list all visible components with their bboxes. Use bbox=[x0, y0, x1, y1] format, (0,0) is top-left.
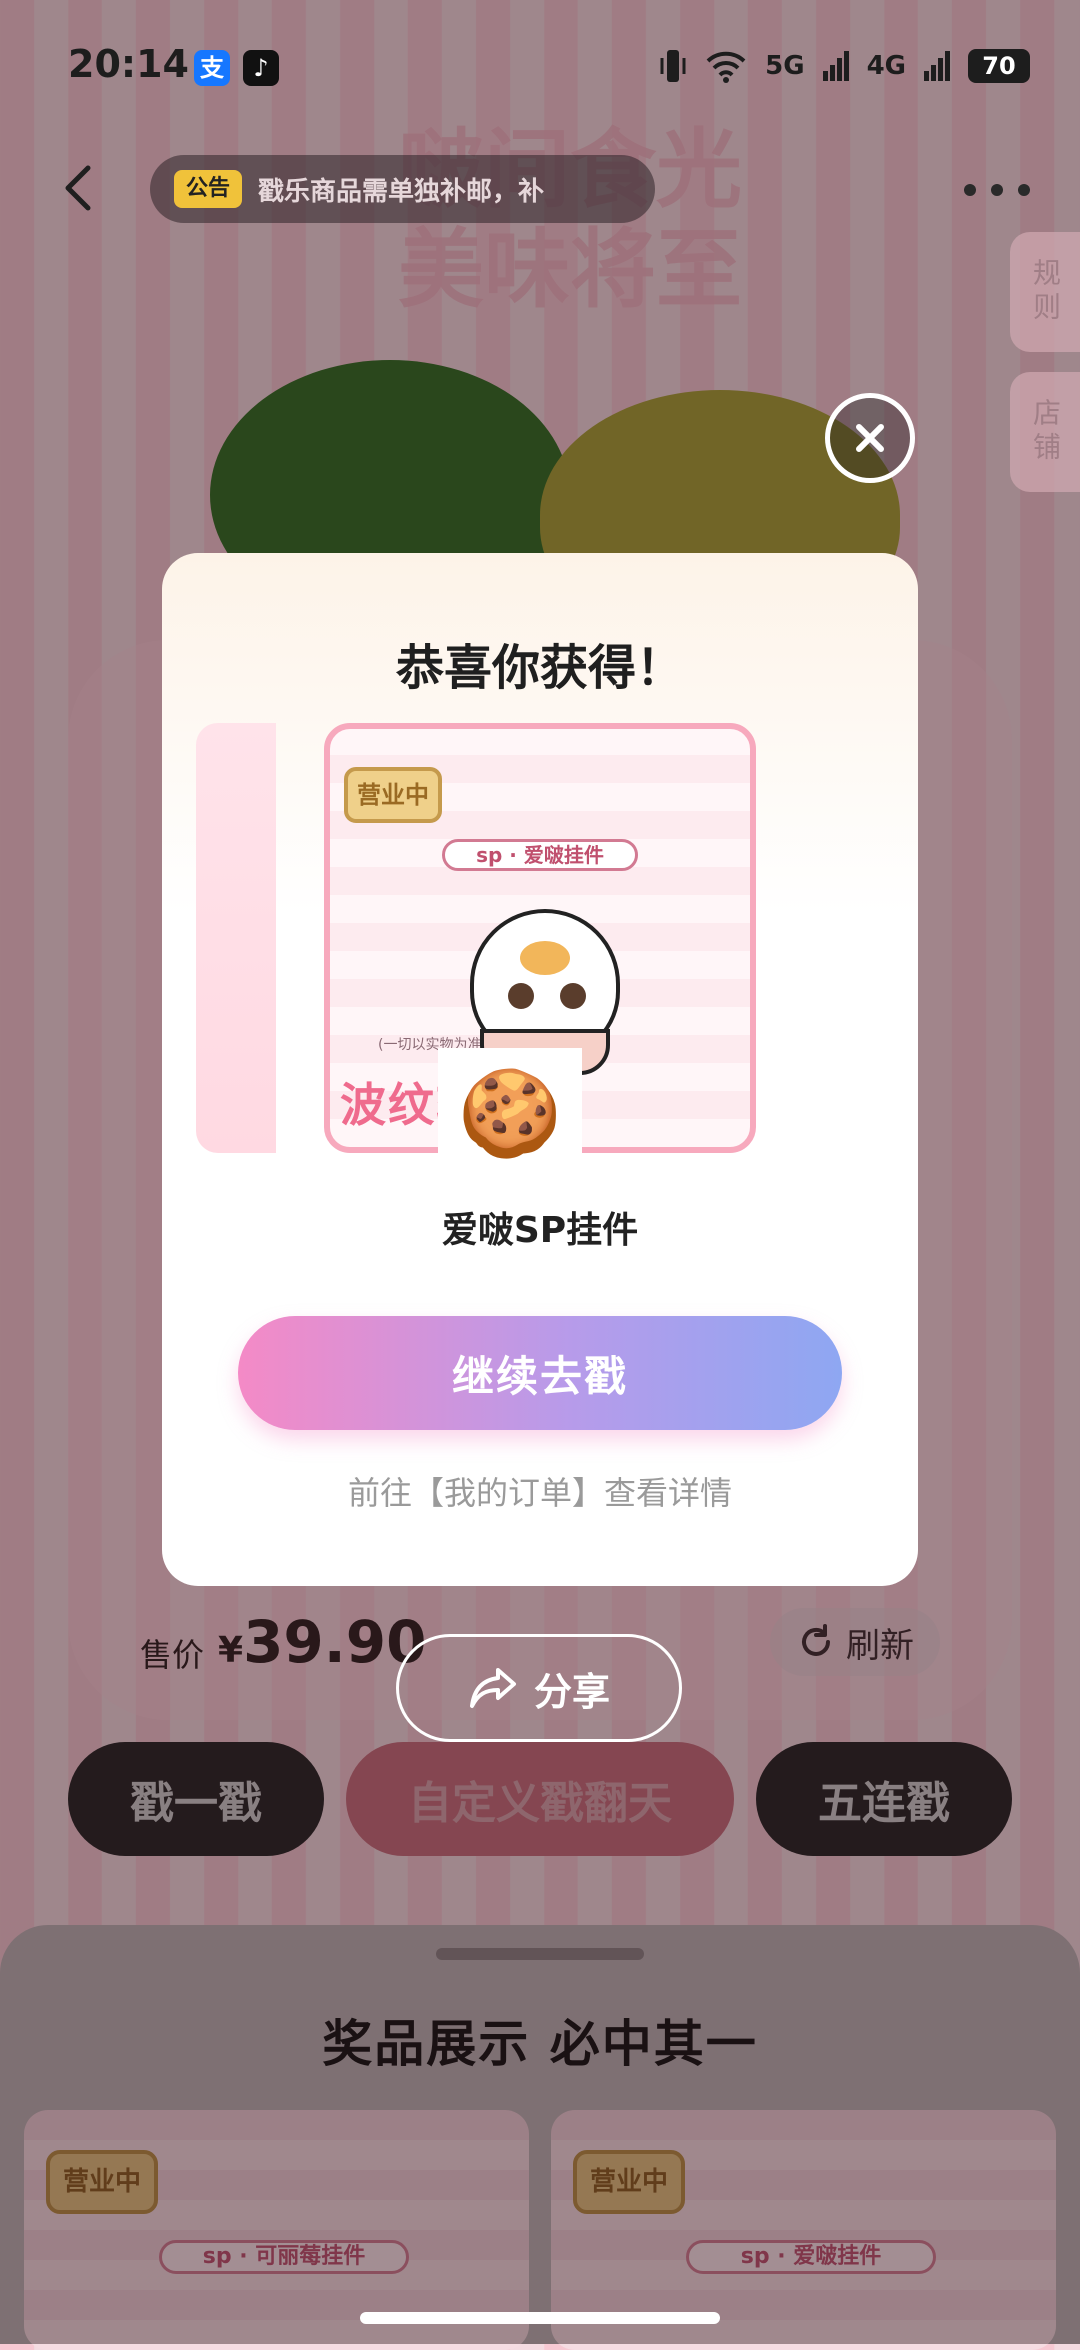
signal-5g-label: 5G bbox=[765, 51, 805, 81]
continue-button[interactable]: 继续去戳 bbox=[238, 1316, 842, 1430]
back-arrow-icon[interactable] bbox=[50, 158, 110, 218]
status-bar: 20:14 支 ♪ 5G 4G 70 bbox=[0, 0, 1080, 130]
alipay-icon: 支 bbox=[194, 50, 230, 86]
vibrate-icon bbox=[660, 50, 686, 82]
order-hint-link[interactable]: 前往【我的订单】查看详情 bbox=[162, 1468, 918, 1514]
cookie-icon: 🍪 bbox=[438, 1048, 582, 1178]
rules-tab[interactable]: 规则 bbox=[1010, 232, 1080, 352]
close-icon bbox=[856, 424, 884, 452]
signal-4g-label: 4G bbox=[866, 51, 906, 81]
adjacent-prize-card[interactable] bbox=[196, 723, 276, 1153]
modal-title: 恭喜你获得！ bbox=[395, 640, 684, 696]
more-menu-icon[interactable] bbox=[964, 170, 1030, 210]
share-button[interactable]: 分享 bbox=[396, 1634, 682, 1742]
status-time: 20:14 bbox=[68, 42, 189, 86]
prize-name: 爱啵SP挂件 bbox=[441, 1210, 639, 1251]
signal-icon bbox=[822, 51, 849, 81]
share-label: 分享 bbox=[533, 1669, 610, 1714]
notice-text: 戳乐商品需单独补邮，补 bbox=[258, 176, 545, 207]
signal-icon bbox=[924, 51, 950, 81]
home-indicator[interactable] bbox=[360, 2312, 720, 2324]
tiktok-icon: ♪ bbox=[243, 50, 279, 86]
prize-card-label: sp · 爱啵挂件 bbox=[442, 839, 638, 871]
wifi-icon bbox=[706, 51, 746, 83]
share-icon bbox=[469, 1668, 516, 1708]
notice-banner[interactable]: 公告 戳乐商品需单独补邮，补 bbox=[150, 155, 655, 223]
prize-card-tag: 营业中 bbox=[344, 767, 442, 823]
store-tab[interactable]: 店铺 bbox=[1010, 372, 1080, 492]
close-button[interactable] bbox=[825, 393, 915, 483]
battery-indicator: 70 bbox=[968, 49, 1030, 83]
notice-tag: 公告 bbox=[174, 170, 242, 208]
